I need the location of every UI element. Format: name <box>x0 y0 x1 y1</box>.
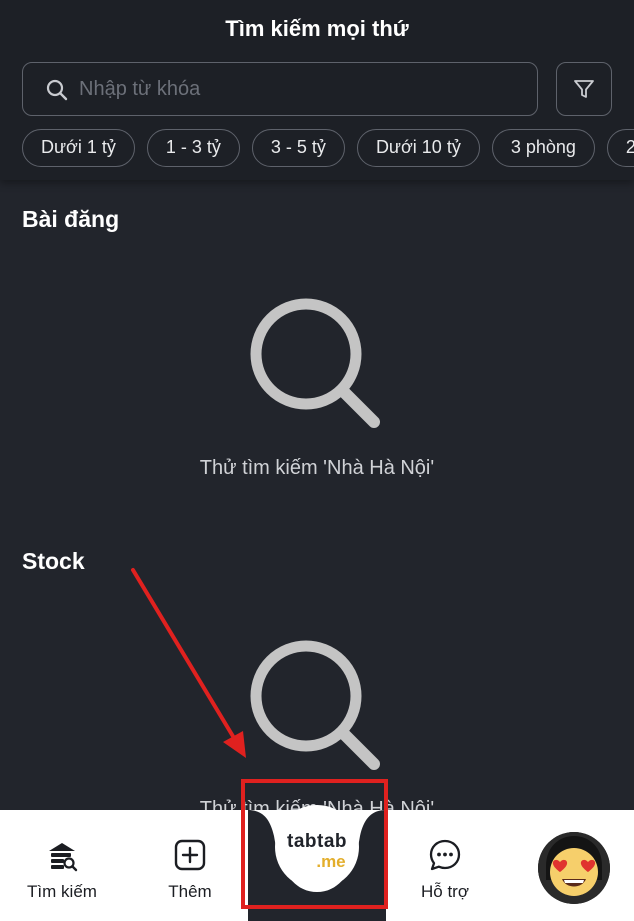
nav-item-support[interactable]: Hỗ trợ <box>397 810 493 921</box>
nav-item-add[interactable]: Thêm <box>142 810 238 921</box>
search-input[interactable] <box>79 73 519 105</box>
heart-eyes-emoji-avatar <box>538 832 610 904</box>
filter-icon <box>574 80 594 98</box>
page-title: Tìm kiếm mọi thứ <box>225 16 409 41</box>
nav-item-search[interactable]: Tìm kiếm <box>14 810 110 921</box>
nav-label-add: Thêm <box>168 882 212 901</box>
chip-3-rooms[interactable]: 3 phòng <box>491 129 595 167</box>
price-filter-chips: Dưới 1 tỷ 1 - 3 tỷ 3 - 5 tỷ Dưới 10 tỷ 3 phò… <box>22 129 634 167</box>
nav-label-search: Tìm kiếm <box>27 882 97 901</box>
filter-button[interactable] <box>556 62 612 116</box>
profile-avatar[interactable] <box>538 832 610 904</box>
chip-3-5-billion[interactable]: 3 - 5 tỷ <box>251 129 345 167</box>
chip-under-10-billion[interactable]: Dưới 10 tỷ <box>356 129 480 167</box>
section-title-stock: Stock <box>22 548 85 574</box>
chip-1-3-billion[interactable]: 1 - 3 tỷ <box>146 129 240 167</box>
chip-under-1-billion[interactable]: Dưới 1 tỷ <box>22 129 135 167</box>
magnifier-icon <box>250 298 380 428</box>
plus-square-icon <box>174 839 206 871</box>
search-icon <box>46 79 68 101</box>
highlight-box <box>241 779 388 909</box>
home-search-icon <box>49 843 78 872</box>
search-box[interactable] <box>22 62 538 116</box>
search-header: Tìm kiếm mọi thứ Dưới 1 tỷ 1 - 3 tỷ 3 - 5 … <box>0 0 634 180</box>
chip-2-rooms[interactable]: 2 phòng <box>606 129 634 167</box>
nav-label-support: Hỗ trợ <box>421 882 469 901</box>
magnifier-icon <box>250 640 380 770</box>
posts-empty-hint: Thử tìm kiếm 'Nhà Hà Nội' <box>199 457 435 479</box>
chat-bubble-icon <box>429 839 461 871</box>
section-title-posts: Bài đăng <box>22 206 120 232</box>
